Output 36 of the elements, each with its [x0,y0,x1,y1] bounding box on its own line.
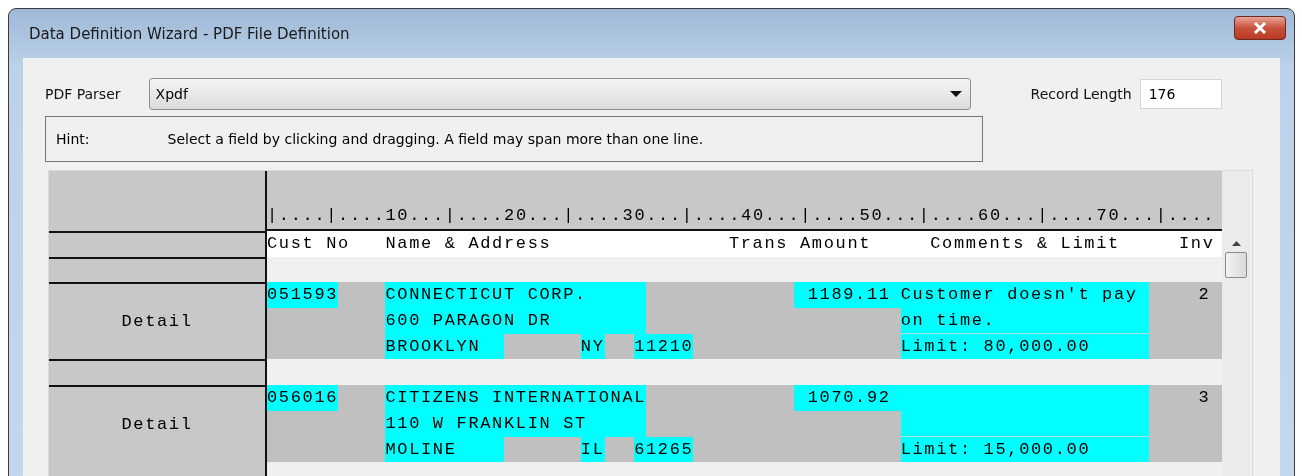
comments-field: Customer doesn't pay on time. [900,282,1150,334]
invoice-field: 2 [1149,282,1221,309]
record-length-label: Record Length [1030,86,1132,102]
customer-number: 051593 [267,282,339,309]
name-address-field: CONNECTICUT CORP. 600 PARAGON DR [385,282,646,334]
city-field: MOLINE [385,436,504,463]
state-field: IL [580,436,605,463]
state-field: NY [580,333,605,360]
column-heading: Inv [1178,233,1216,255]
parser-label: PDF Parser [45,86,121,102]
hint-text: Select a field by clicking and dragging. A field may span more than one line. [167,131,704,147]
amount-field: 1189.11 [794,282,901,309]
name-address-field: CITIZENS INTERNATIONAL 110 W FRANKLIN ST [385,385,646,437]
invoice-field: 3 [1149,385,1221,411]
parser-dropdown[interactable]: Xpdf [148,78,971,110]
record-length-field[interactable]: 176 [1139,79,1222,109]
scroll-up-icon[interactable] [1231,241,1241,246]
hint-label: Hint: [56,131,90,147]
zip-field: 11210 [634,333,694,360]
close-icon [1253,21,1267,34]
zip-field: 61265 [634,436,694,463]
limit-field: Limit: 15,000.00 [900,436,1150,463]
scrollbar[interactable] [1222,171,1250,476]
column-heading: Trans Amount [728,233,873,255]
limit-field: Limit: 80,000.00 [900,333,1150,360]
scroll-thumb[interactable] [1225,252,1247,278]
amount-field: 1070.92 [794,385,901,411]
column-heading: Name & Address [385,233,553,255]
customer-number: 056016 [267,385,339,411]
close-button[interactable] [1234,15,1286,40]
caret-icon [949,91,962,97]
city-field: BROOKLYN [385,333,504,360]
window-title: Data Definition Wizard - PDF File Definition [29,24,350,43]
column-heading: Comments & Limit [930,233,1121,255]
column-heading: Cust No [267,233,351,255]
column-ruler: |....|....10...|....20...|....30...|....40...|....50...|....60...|....70...|.... [267,206,1216,225]
